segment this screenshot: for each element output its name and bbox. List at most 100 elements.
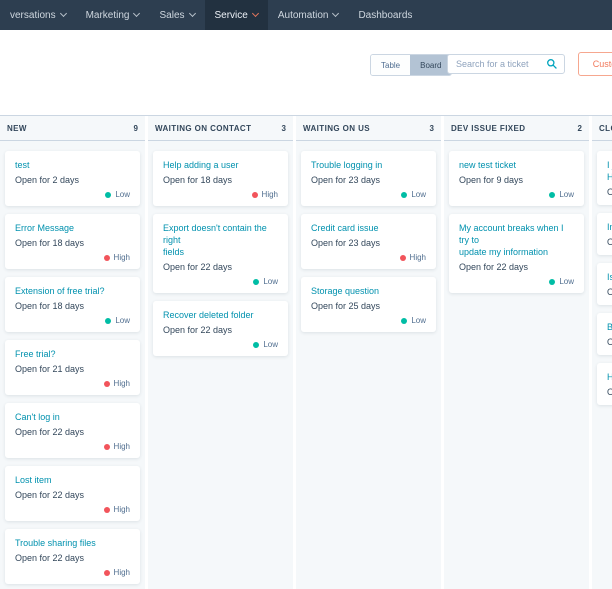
priority-dot-icon [105, 318, 112, 324]
priority-label: Low [411, 316, 426, 325]
ticket-open-duration: O [607, 286, 612, 298]
ticket-title-link[interactable]: Recover deleted folder [163, 309, 278, 321]
nav-item-label: Automation [277, 9, 329, 21]
column-title: DEV ISSUE FIXED [451, 123, 526, 133]
ticket-title-link[interactable]: I j H [607, 159, 612, 183]
ticket-title-link[interactable]: Bi [607, 321, 612, 333]
ticket-title-link[interactable]: test [15, 159, 130, 171]
ticket-title-link[interactable]: Trouble sharing files [15, 537, 130, 549]
ticket-title-link[interactable]: Storage question [311, 285, 426, 297]
board-view-button[interactable]: Board [410, 55, 452, 75]
priority-label: Low [115, 316, 130, 325]
ticket-title-link[interactable]: Credit card issue [311, 222, 426, 234]
priority-dot-icon [103, 507, 110, 513]
ticket-open-duration: Open for 22 days [15, 427, 85, 437]
board-column-closed: CLOSEDI j HOInOIsOBiOHO [592, 116, 612, 589]
board-column-new: NEW 9 test Open for 2 days Low Error Message O… [0, 116, 145, 589]
nav-item-label: Sales [159, 9, 185, 21]
ticket-open-duration: Open for 22 days [163, 325, 233, 335]
priority-label: Low [263, 340, 278, 349]
chevron-down-icon [251, 9, 259, 18]
search-icon [547, 59, 557, 69]
ticket-card[interactable]: Recover deleted folder Open for 22 days Lo… [153, 301, 288, 356]
priority-dot-icon [251, 192, 258, 198]
ticket-card[interactable]: Help adding a user Open for 18 days High [153, 151, 288, 206]
priority-label: Low [263, 277, 278, 286]
ticket-card[interactable]: I j H O [597, 151, 612, 205]
ticket-card[interactable]: Lost item Open for 22 days High [5, 466, 140, 521]
chevron-down-icon [59, 9, 67, 18]
priority-label: High [409, 253, 426, 262]
ticket-title-link[interactable]: Is [607, 271, 612, 283]
ticket-card[interactable]: Is O [597, 263, 612, 305]
priority-label: Low [115, 190, 130, 199]
nav-item-versations[interactable]: versations [0, 0, 76, 30]
ticket-title-link[interactable]: Free trial? [15, 348, 130, 360]
ticket-title-link[interactable]: Extension of free trial? [15, 285, 130, 297]
ticket-card[interactable]: Bi O [597, 313, 612, 355]
ticket-open-duration: O [607, 236, 612, 248]
board-toolbar: Table Board Customize [0, 52, 612, 78]
nav-item-service[interactable]: Service [204, 0, 268, 30]
ticket-card[interactable]: Error Message Open for 18 days High [5, 214, 140, 269]
ticket-card[interactable]: Can't log in Open for 22 days High [5, 403, 140, 458]
nav-item-sales[interactable]: Sales [149, 0, 204, 30]
ticket-card[interactable]: Credit card issue Open for 23 days High [301, 214, 436, 269]
ticket-open-duration: Open for 2 days [15, 175, 80, 185]
priority-dot-icon [103, 570, 110, 576]
ticket-priority: Low [459, 278, 574, 286]
ticket-card[interactable]: new test ticket Open for 9 days Low [449, 151, 584, 206]
customize-button[interactable]: Customize [578, 52, 612, 76]
priority-dot-icon [253, 279, 260, 285]
nav-item-label: versations [10, 9, 56, 21]
priority-label: High [113, 253, 130, 262]
nav-item-automation[interactable]: Automation [268, 0, 349, 30]
ticket-card[interactable]: Free trial? Open for 21 days High [5, 340, 140, 395]
column-cards: Help adding a user Open for 18 days High Ex… [148, 141, 293, 589]
ticket-priority: High [15, 380, 130, 388]
board-column-waiting-on-contact: WAITING ON CONTACT 3 Help adding a user Ope… [148, 116, 293, 589]
ticket-open-duration: Open for 9 days [459, 175, 524, 185]
priority-label: High [261, 190, 278, 199]
ticket-open-duration: Open for 18 days [163, 175, 233, 185]
ticket-title-link[interactable]: Help adding a user [163, 159, 278, 171]
nav-item-marketing[interactable]: Marketing [76, 0, 150, 30]
priority-dot-icon [103, 381, 110, 387]
column-cards: new test ticket Open for 9 days Low My acco… [444, 141, 589, 589]
ticket-priority: High [15, 569, 130, 577]
column-title: WAITING ON CONTACT [155, 123, 252, 133]
table-view-button[interactable]: Table [371, 55, 411, 75]
column-header: WAITING ON US 3 [296, 116, 441, 141]
ticket-title-link[interactable]: Export doesn't contain the right fields [163, 222, 278, 258]
ticket-card[interactable]: Export doesn't contain the right fields O… [153, 214, 288, 293]
ticket-priority: Low [459, 191, 574, 199]
nav-item-dashboards[interactable]: Dashboards [348, 0, 422, 30]
ticket-title-link[interactable]: new test ticket [459, 159, 574, 171]
ticket-open-duration: Open for 25 days [311, 301, 381, 311]
ticket-card[interactable]: My account breaks when I try to update m… [449, 214, 584, 293]
board-column-waiting-on-us: WAITING ON US 3 Trouble logging in Open for… [296, 116, 441, 589]
board-column-dev-issue-fixed: DEV ISSUE FIXED 2 new test ticket Open for … [444, 116, 589, 589]
ticket-priority: Low [311, 317, 426, 325]
ticket-title-link[interactable]: H [607, 371, 612, 383]
priority-dot-icon [549, 279, 556, 285]
nav-item-label: Service [214, 9, 248, 21]
ticket-card[interactable]: Trouble sharing files Open for 22 days Hig… [5, 529, 140, 584]
ticket-open-duration: O [607, 336, 612, 348]
ticket-card[interactable]: Trouble logging in Open for 23 days Low [301, 151, 436, 206]
ticket-title-link[interactable]: Error Message [15, 222, 130, 234]
ticket-title-link[interactable]: In [607, 221, 612, 233]
ticket-priority: Low [15, 191, 130, 199]
priority-label: Low [559, 190, 574, 199]
priority-dot-icon [401, 318, 408, 324]
ticket-open-duration: O [607, 186, 612, 198]
ticket-card[interactable]: In O [597, 213, 612, 255]
ticket-card[interactable]: Extension of free trial? Open for 18 days… [5, 277, 140, 332]
ticket-title-link[interactable]: My account breaks when I try to update m… [459, 222, 574, 258]
ticket-card[interactable]: HO [597, 363, 612, 405]
ticket-card[interactable]: test Open for 2 days Low [5, 151, 140, 206]
ticket-title-link[interactable]: Lost item [15, 474, 130, 486]
ticket-title-link[interactable]: Trouble logging in [311, 159, 426, 171]
ticket-card[interactable]: Storage question Open for 25 days Low [301, 277, 436, 332]
ticket-title-link[interactable]: Can't log in [15, 411, 130, 423]
